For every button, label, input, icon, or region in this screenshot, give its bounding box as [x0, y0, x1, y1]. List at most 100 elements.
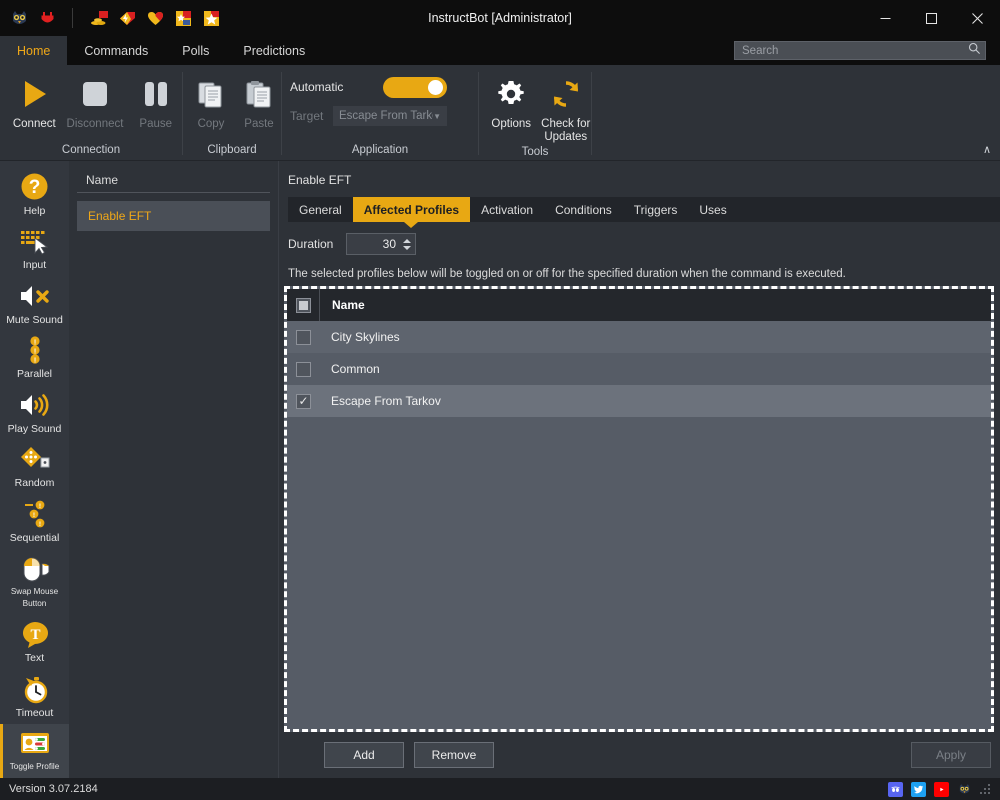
random-dice-icon	[18, 444, 52, 476]
search-input[interactable]	[742, 44, 968, 57]
remove-button[interactable]: Remove	[414, 742, 494, 768]
tab-triggers[interactable]: Triggers	[623, 197, 689, 222]
profiles-table-container: Name City Skylines Common ✓ Escape From …	[284, 286, 994, 732]
sidebar-item-play-sound[interactable]: Play Sound	[0, 385, 69, 440]
resize-grip[interactable]	[980, 784, 990, 794]
sidebar-item-swap-mouse-button[interactable]: Swap Mouse Button	[0, 549, 69, 615]
stepper-up-icon[interactable]	[403, 238, 411, 243]
sidebar-item-input[interactable]: Input	[0, 222, 69, 277]
ribbon-separator-4	[591, 72, 592, 155]
sidebar-item-timeout[interactable]: Timeout	[0, 669, 69, 724]
detail-title: Enable EFT	[288, 173, 352, 187]
column-header-name[interactable]: Name	[319, 289, 365, 321]
star-icon[interactable]	[201, 8, 222, 29]
copy-button[interactable]: Copy	[189, 71, 233, 131]
discord-icon[interactable]	[888, 781, 903, 797]
row-checkbox[interactable]	[296, 329, 311, 345]
sequential-icon: ! ! !	[20, 498, 50, 530]
plug-icon[interactable]	[37, 8, 58, 29]
stop-icon	[78, 74, 112, 114]
target-row: Target Escape From Tarkov ▼	[290, 105, 447, 127]
sidebar-item-toggle-profile[interactable]: Toggle Profile	[0, 723, 69, 778]
close-button[interactable]	[954, 0, 1000, 36]
group-label-clipboard: Clipboard	[207, 144, 257, 156]
svg-text:!: !	[32, 512, 34, 519]
command-list-panel: Name Enable EFT	[69, 161, 279, 778]
svg-text:?: ?	[29, 177, 41, 198]
tab-conditions[interactable]: Conditions	[544, 197, 623, 222]
target-dropdown-value: Escape From Tarkov	[339, 110, 433, 122]
keyboard-cursor-icon	[18, 226, 51, 258]
apply-button[interactable]: Apply	[911, 742, 991, 768]
automatic-toggle[interactable]	[383, 76, 447, 98]
stepper-down-icon[interactable]	[403, 245, 411, 250]
star-tag-icon[interactable]	[173, 8, 194, 29]
ribbon-group-application: Automatic Target Escape From Tarkov ▼ Ap…	[282, 65, 478, 160]
sidebar-item-sequential[interactable]: ! ! ! Sequential	[0, 494, 69, 549]
lightning-tag-icon[interactable]	[117, 8, 138, 29]
target-dropdown[interactable]: Escape From Tarkov ▼	[333, 106, 447, 126]
owl-logo-icon[interactable]	[9, 8, 30, 29]
parallel-icon: ! ! !	[22, 335, 48, 367]
svg-text:!: !	[38, 521, 40, 528]
connect-button[interactable]: Connect	[8, 71, 61, 131]
row-checkbox[interactable]: ✓	[296, 393, 311, 409]
disconnect-button[interactable]: Disconnect	[67, 71, 123, 131]
duration-stepper[interactable]: 30	[346, 233, 416, 255]
ribbon-tab-polls[interactable]: Polls	[165, 36, 226, 65]
add-button[interactable]: Add	[324, 742, 404, 768]
table-row[interactable]: ✓ Escape From Tarkov	[287, 385, 991, 417]
table-row[interactable]: City Skylines	[287, 321, 991, 353]
coins-icon[interactable]	[89, 8, 110, 29]
paste-label: Paste	[244, 118, 274, 130]
tab-activation[interactable]: Activation	[470, 197, 544, 222]
row-checkbox[interactable]	[296, 361, 311, 377]
sidebar-item-text[interactable]: T Text	[0, 615, 69, 670]
minimize-button[interactable]	[862, 0, 908, 36]
table-row[interactable]: Common	[287, 353, 991, 385]
group-label-tools: Tools	[521, 146, 549, 158]
search-icon[interactable]	[968, 42, 981, 60]
sidebar-item-help[interactable]: ? Help	[0, 167, 69, 222]
pause-button[interactable]: Pause	[129, 71, 182, 131]
sidebar-item-random[interactable]: Random	[0, 440, 69, 495]
detail-tab-strip: General Affected Profiles Activation Con…	[288, 197, 1000, 222]
ribbon-tab-home[interactable]: Home	[0, 36, 68, 65]
paste-icon	[243, 74, 275, 114]
duration-label: Duration	[288, 237, 334, 251]
version-label: Version 3.07.2184	[9, 783, 98, 795]
sidebar-label-random: Random	[14, 477, 55, 490]
ribbon-collapse-button[interactable]: ∧	[983, 143, 991, 156]
sidebar-item-mute-sound[interactable]: Mute Sound	[0, 276, 69, 331]
select-all-checkbox[interactable]	[296, 297, 311, 313]
twitter-icon[interactable]	[911, 781, 926, 797]
maximize-button[interactable]	[908, 0, 954, 36]
sidebar-item-parallel[interactable]: ! ! ! Parallel	[0, 331, 69, 386]
command-list-item-enable-eft[interactable]: Enable EFT	[77, 201, 270, 231]
svg-text:!: !	[33, 340, 35, 347]
chevron-down-icon: ▼	[433, 111, 441, 121]
heart-icon[interactable]	[145, 8, 166, 29]
sidebar-label-swap-mouse-button: Swap Mouse Button	[10, 586, 59, 608]
pause-label: Pause	[139, 118, 173, 130]
ribbon-tab-commands[interactable]: Commands	[67, 36, 165, 65]
command-list-header: Name	[77, 167, 270, 193]
help-icon: ?	[19, 171, 50, 203]
tab-affected-profiles[interactable]: Affected Profiles	[352, 197, 471, 222]
tab-general[interactable]: General	[288, 197, 353, 222]
youtube-icon[interactable]	[934, 781, 949, 797]
owl-logo-icon[interactable]	[957, 782, 972, 797]
search-box[interactable]	[734, 41, 986, 60]
paste-button[interactable]: Paste	[237, 71, 281, 131]
toolbar-separator	[72, 8, 73, 28]
options-button[interactable]: Options	[486, 71, 537, 131]
mute-sound-icon	[18, 280, 52, 312]
tab-uses[interactable]: Uses	[688, 197, 737, 222]
ribbon-group-connection: Connect Disconnect Pause Connection	[0, 65, 182, 160]
profiles-table-header: Name	[287, 289, 991, 321]
duration-value[interactable]: 30	[347, 234, 401, 254]
ribbon-tab-predictions[interactable]: Predictions	[226, 36, 322, 65]
check-for-updates-button[interactable]: Check for Updates	[541, 71, 592, 144]
sidebar-label-sequential: Sequential	[9, 531, 60, 544]
quick-access-toolbar	[0, 8, 222, 29]
